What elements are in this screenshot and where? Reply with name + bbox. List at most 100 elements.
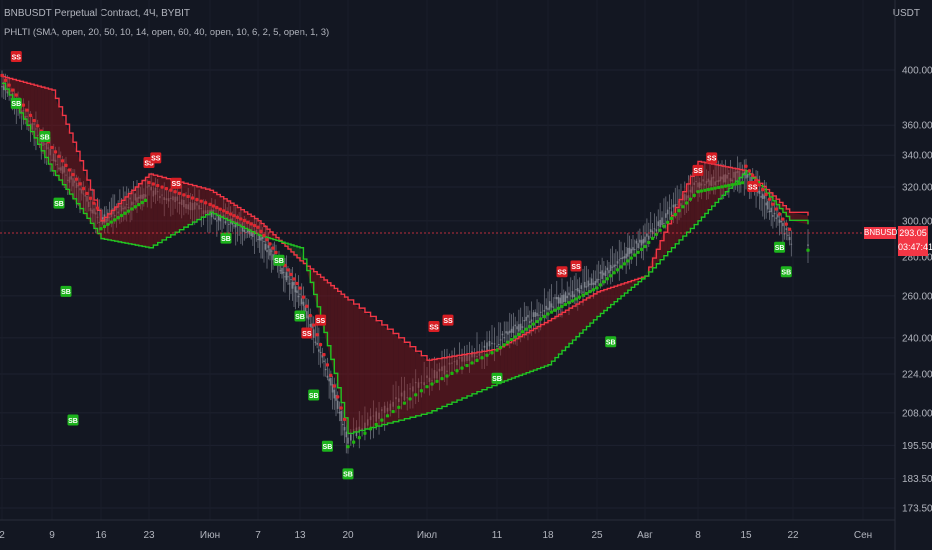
green-signal-dot — [391, 409, 395, 414]
candle-body — [521, 326, 524, 328]
green-signal-dot — [666, 220, 670, 224]
band-fill-segment — [52, 90, 56, 176]
green-signal-dot — [685, 201, 689, 205]
band-fill-segment — [404, 342, 411, 419]
candle-body — [639, 239, 641, 243]
candle-body — [582, 291, 584, 293]
candle-body — [260, 237, 262, 241]
candle-body — [761, 193, 764, 200]
red-signal-dot — [57, 154, 61, 158]
red-signal-dot — [199, 199, 203, 203]
ss-label-text: SS — [693, 168, 703, 175]
ss-label-text: SS — [707, 156, 717, 163]
candle-body — [527, 315, 529, 318]
y-tick-label: 195.50 — [902, 441, 932, 452]
red-signal-dot — [747, 169, 751, 173]
grid-lines — [0, 0, 895, 520]
candle-body — [603, 272, 605, 276]
green-signal-dot — [502, 343, 506, 347]
candle-body — [333, 389, 336, 399]
candle-body — [532, 312, 535, 317]
band-fill-segment — [518, 334, 523, 376]
x-tick-label: 7 — [255, 530, 261, 541]
candle-body — [228, 223, 230, 225]
green-signal-dot — [119, 213, 124, 218]
red-signal-dot — [788, 227, 792, 231]
green-signal-dot — [622, 262, 627, 266]
band-fill-segment — [569, 306, 573, 344]
candle-body — [299, 293, 301, 295]
candle-body — [621, 257, 624, 259]
candle-body — [775, 217, 778, 219]
green-signal-dot — [528, 325, 532, 329]
x-tick-label: 13 — [294, 530, 306, 541]
candle-body — [599, 271, 602, 274]
red-signal-dot — [71, 172, 75, 177]
candle-body — [324, 368, 327, 371]
candle-body — [668, 207, 671, 209]
candle-body — [632, 247, 634, 251]
candle-body — [539, 311, 542, 313]
red-signal-dot — [28, 113, 33, 117]
band-fill-segment — [715, 164, 719, 203]
sb-label-text: SB — [54, 201, 64, 208]
red-signal-dot — [312, 323, 316, 327]
sb-label-text: SB — [274, 258, 284, 265]
candle-body — [623, 256, 626, 259]
red-signal-dot — [14, 93, 18, 97]
green-signal-dot — [662, 224, 666, 228]
ss-label-text: SS — [429, 324, 439, 331]
sb-label-text: SB — [61, 289, 71, 296]
green-signal-dot — [556, 306, 561, 310]
band-fill-segment — [597, 290, 601, 317]
price-chart[interactable]: SSSSSSSSSSSSSSSSSSSSSSSSSSSBSBSBSBSBSBSB… — [0, 0, 932, 550]
candle-body — [486, 342, 488, 350]
green-signal-dot — [737, 181, 741, 185]
red-signal-dot — [222, 209, 226, 213]
band-fill-segment — [526, 330, 530, 373]
red-signal-dot — [252, 223, 257, 228]
green-signal-dot — [380, 418, 384, 422]
red-signal-dot — [50, 145, 54, 150]
band-fill-segment — [364, 312, 371, 429]
candle-body — [330, 378, 332, 386]
red-signal-dot — [0, 73, 4, 78]
green-signal-dot — [602, 280, 606, 284]
candle-body — [635, 240, 638, 244]
candle-body — [543, 309, 546, 312]
x-tick-label: 22 — [787, 530, 799, 541]
candle-body — [233, 225, 235, 227]
green-signal-dot — [581, 293, 585, 297]
red-signal-dot — [329, 373, 333, 377]
band-fill-segment — [370, 316, 377, 428]
red-signal-dot — [289, 272, 293, 277]
green-signal-dot — [524, 327, 528, 331]
green-signal-dot — [368, 427, 373, 431]
candle-body — [498, 344, 500, 346]
candle-body — [528, 321, 531, 323]
candle-body — [243, 229, 246, 233]
candle-body — [293, 281, 295, 286]
green-signal-dot — [539, 317, 543, 321]
green-signal-dot — [636, 250, 640, 254]
band-fill-segment — [188, 184, 193, 225]
candle-body — [342, 424, 344, 426]
candle-body — [505, 331, 507, 334]
candle-body — [772, 214, 774, 217]
green-signal-dot — [535, 319, 539, 324]
red-signal-dot — [256, 225, 260, 229]
green-signal-dot — [629, 256, 633, 260]
band-fill-segment — [437, 357, 442, 409]
red-signal-dot — [32, 118, 36, 123]
x-tick-label: 25 — [591, 530, 603, 541]
band-fill-segment — [447, 356, 452, 405]
green-signal-dot — [470, 361, 474, 365]
candle-body — [746, 174, 749, 178]
candle-body — [590, 278, 593, 286]
green-signal-dot — [440, 377, 444, 381]
band-fill-segment — [457, 354, 462, 401]
red-signal-dot — [74, 177, 79, 181]
candle-body — [350, 434, 352, 441]
candle-body — [575, 289, 577, 291]
band-fill-segment — [196, 186, 202, 220]
